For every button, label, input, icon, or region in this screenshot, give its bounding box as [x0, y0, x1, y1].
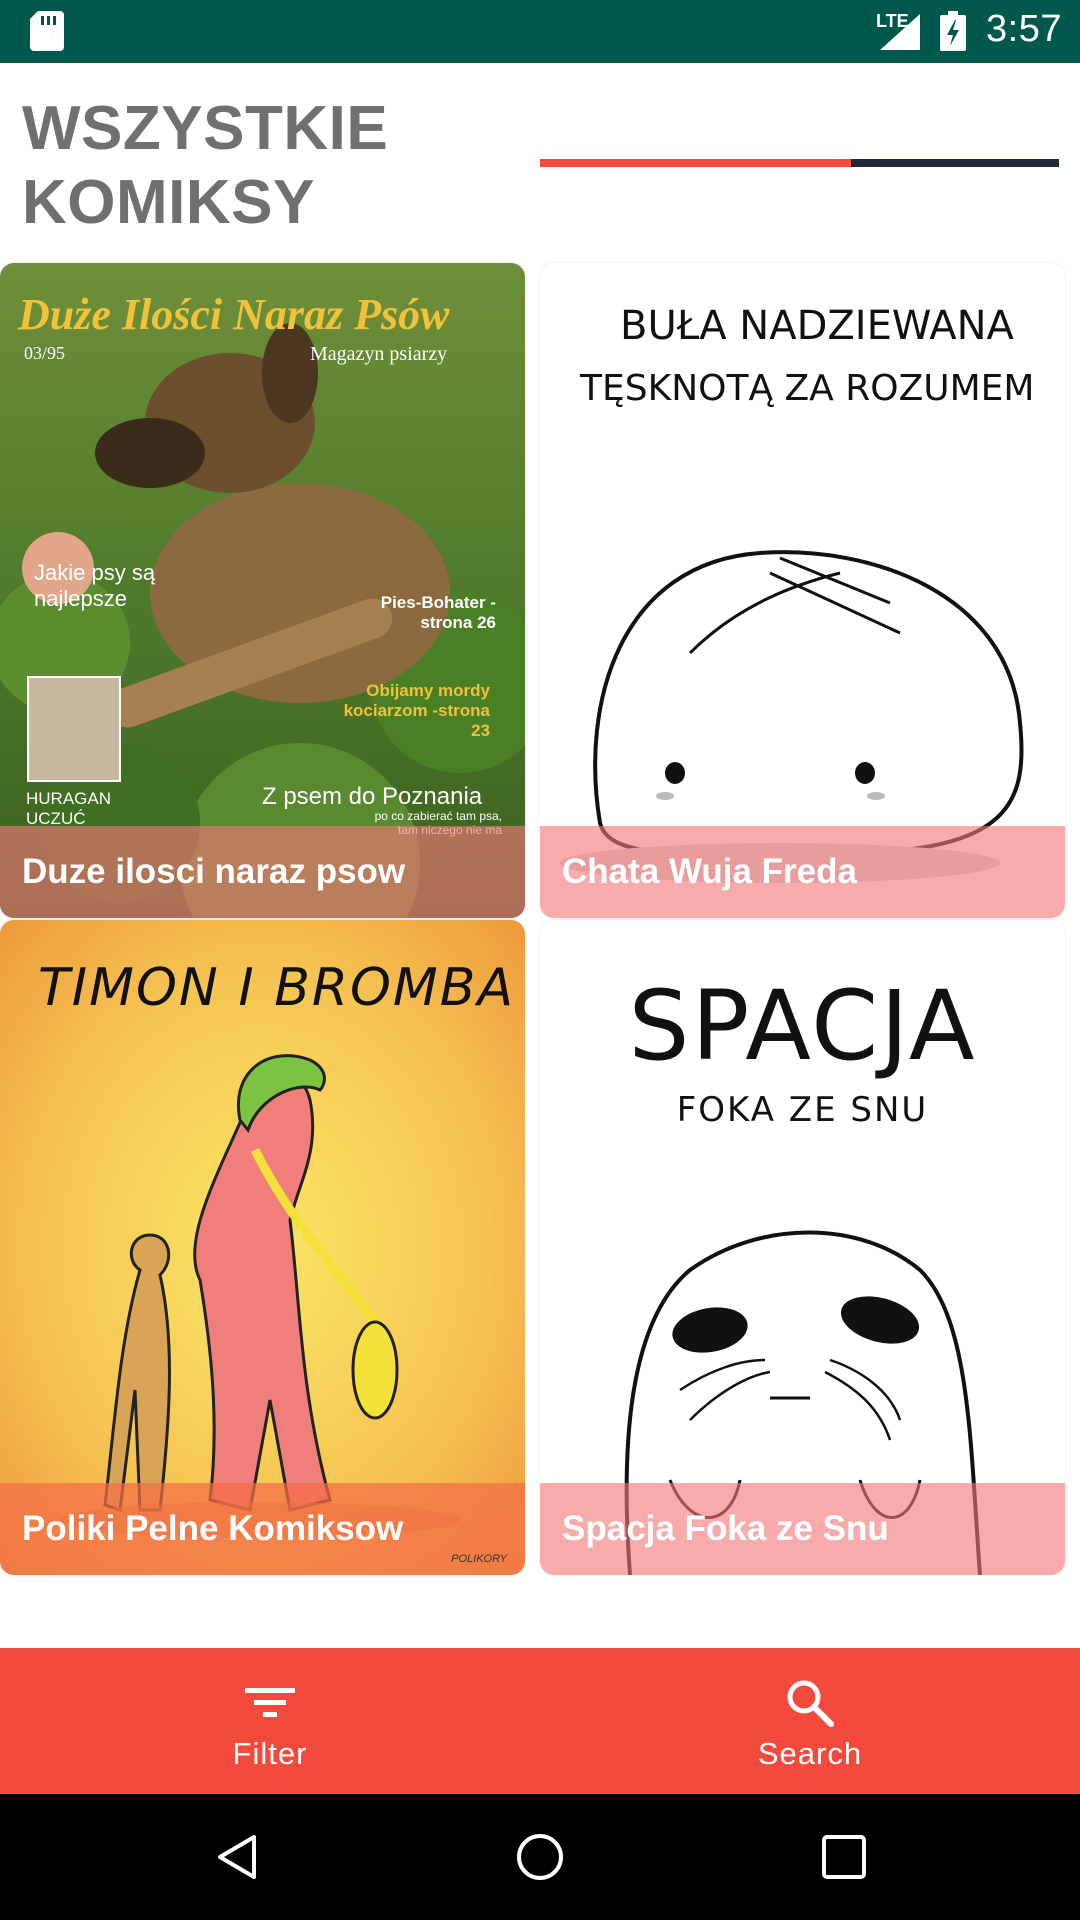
filter-label: Filter	[232, 1736, 308, 1771]
comic-title: Chata Wuja Freda	[562, 852, 857, 891]
cover-text-line: FOKA ZE SNU	[676, 1090, 929, 1130]
cover-text-blurb: Z psem do Poznania	[262, 783, 483, 810]
sd-card-icon	[30, 11, 64, 51]
artist-signature: POLIKORY	[451, 1553, 507, 1565]
search-icon	[787, 1680, 834, 1727]
loading-progress-bar	[540, 159, 1059, 167]
page-title: WSZYSTKIE KOMIKSY	[22, 94, 389, 237]
comic-title: Poliki Pelne Komiksow	[22, 1509, 404, 1548]
filter-button[interactable]: Filter	[0, 1648, 540, 1794]
cover-text-magazine: Magazyn psiarzy	[310, 343, 448, 365]
clock: 3:57	[986, 8, 1062, 50]
cover-text-line: TIMON I BROMBA	[38, 958, 516, 1018]
cover-text-headline: Duże Ilości Naraz Psów	[18, 290, 450, 339]
progress-fill	[540, 159, 852, 167]
back-icon[interactable]	[212, 1832, 262, 1882]
search-button[interactable]: Search	[540, 1648, 1080, 1794]
home-icon[interactable]	[515, 1832, 565, 1882]
battery-charging-icon	[940, 11, 966, 51]
comic-title: Spacja Foka ze Snu	[562, 1509, 889, 1548]
search-label: Search	[757, 1736, 863, 1771]
comic-card-chata-wuja-freda[interactable]: BUŁA NADZIEWANA TĘSKNOTĄ ZA ROZUMEM Chat…	[540, 263, 1065, 918]
comic-card-poliki-pelne-komiksow[interactable]: TIMON I BROMBA Poliki Pelne Komiksow POL…	[0, 920, 525, 1575]
filter-icon	[245, 1688, 295, 1717]
cover-text-issue: 03/95	[24, 343, 66, 363]
cover-text-blurb: Obijamy mordy kociarzom -strona 23	[343, 681, 490, 740]
system-navigation-bar	[0, 1794, 1080, 1920]
cover-text-blurb: Jakie psy są najlepsze	[34, 560, 156, 611]
cover-text-line: SPACJA	[628, 970, 977, 1082]
cover-text-blurb: Pies-Bohater -strona 26	[380, 593, 496, 632]
comic-cover-image	[0, 920, 525, 1575]
signal-icon	[880, 14, 920, 50]
comic-card-spacja-foka-ze-snu[interactable]: SPACJA FOKA ZE SNU Spacja Foka ze Snu	[540, 920, 1065, 1575]
cover-text-line: BUŁA NADZIEWANA	[620, 303, 1014, 349]
cover-text-line: TĘSKNOTĄ ZA ROZUMEM	[580, 368, 1035, 409]
comic-title: Duze ilosci naraz psow	[22, 852, 406, 891]
comic-card-duze-ilosci[interactable]: Duże Ilości Naraz Psów 03/95 Magazyn psi…	[0, 263, 525, 918]
bottom-navigation: Filter Search	[0, 1648, 1080, 1794]
comic-cover-image	[540, 263, 1065, 918]
status-bar: LTE 3:57	[0, 0, 1080, 63]
cover-text-blurb: HURAGAN UCZUĆ	[26, 789, 112, 828]
recent-apps-icon[interactable]	[819, 1832, 869, 1882]
